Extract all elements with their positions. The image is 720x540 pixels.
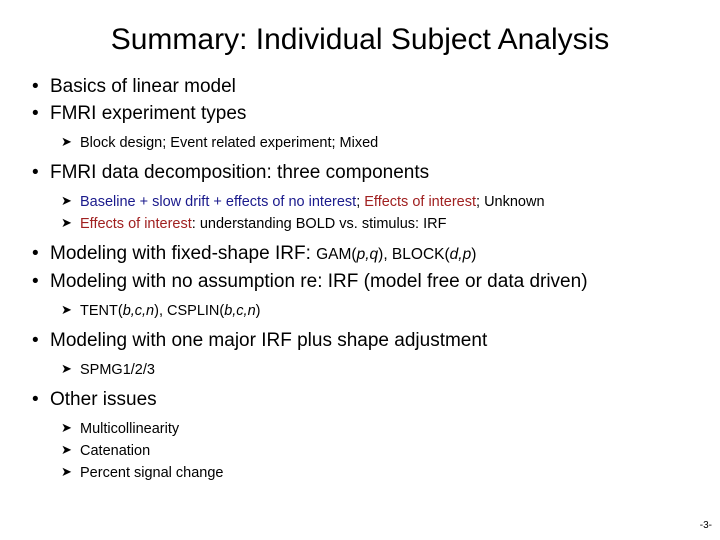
- text-run-csplin-params: b,c,n: [224, 303, 256, 319]
- subbullet-item-multicollinearity: ➤ Multicollinearity: [28, 418, 718, 440]
- bullet-text: Other issues: [50, 389, 157, 410]
- text-run-tent-close-csplin-open: ), CSPLIN(: [154, 303, 225, 319]
- bullet-item-modeling-one-major-irf: • Modeling with one major IRF plus shape…: [28, 327, 718, 354]
- bullet-dot-icon: •: [32, 243, 39, 264]
- bullet-dot-icon: •: [32, 271, 39, 292]
- bullet-item-modeling-fixed-shape-irf: • Modeling with fixed-shape IRF: GAM(p,q…: [28, 240, 718, 268]
- text-run-effects-of-interest: Effects of interest: [80, 216, 192, 232]
- subbullet-item-tent-csplin: ➤ TENT(b,c,n), CSPLIN(b,c,n): [28, 300, 718, 322]
- subbullet-arrow-icon: ➤: [61, 303, 72, 318]
- subbullet-text: Catenation: [80, 443, 151, 459]
- subbullet-arrow-icon: ➤: [61, 216, 72, 231]
- subbullet-item-decomposition-components: ➤ Baseline + slow drift + effects of no …: [28, 191, 718, 213]
- subbullet-arrow-icon: ➤: [61, 421, 72, 436]
- subbullet-item-catenation: ➤ Catenation: [28, 440, 718, 462]
- slide-body: • Basics of linear model • FMRI experime…: [28, 73, 718, 484]
- subbullet-arrow-icon: ➤: [61, 362, 72, 377]
- bullet-item-fmri-experiment-types: • FMRI experiment types: [28, 100, 718, 127]
- page-number: -3-: [699, 520, 712, 531]
- subbullet-text: SPMG1/2/3: [80, 362, 155, 378]
- bullet-item-other-issues: • Other issues: [28, 386, 718, 413]
- text-run-tent-open: TENT(: [80, 303, 123, 319]
- bullet-dot-icon: •: [32, 76, 39, 97]
- bullet-dot-icon: •: [32, 162, 39, 183]
- bullet-text: FMRI experiment types: [50, 103, 247, 124]
- subbullet-arrow-icon: ➤: [61, 135, 72, 150]
- text-run-csplin-close: ): [255, 303, 261, 319]
- bullet-text: Modeling with no assumption re: IRF (mod…: [50, 271, 588, 292]
- bullet-text: Modeling with one major IRF plus shape a…: [50, 330, 488, 351]
- text-run-block-close: ): [471, 246, 477, 263]
- subbullet-item-effects-of-interest-irf: ➤ Effects of interest: understanding BOL…: [28, 213, 718, 235]
- bullet-text: Basics of linear model: [50, 76, 236, 97]
- text-run-tent-params: b,c,n: [122, 303, 155, 319]
- text-run-gam-params: p,q: [356, 246, 379, 263]
- page-title: Summary: Individual Subject Analysis: [110, 23, 610, 56]
- subbullet-arrow-icon: ➤: [61, 465, 72, 480]
- subbullet-item-percent-signal-change: ➤ Percent signal change: [28, 462, 718, 484]
- text-run-effects-of-interest: Effects of interest: [364, 194, 477, 210]
- subbullet-item-spmg: ➤ SPMG1/2/3: [28, 359, 718, 381]
- slide-canvas: Summary: Individual Subject Analysis • B…: [0, 0, 720, 540]
- subbullet-arrow-icon: ➤: [61, 443, 72, 458]
- bullet-item-fmri-data-decomposition: • FMRI data decomposition: three compone…: [28, 159, 718, 186]
- bullet-item-modeling-no-assumption: • Modeling with no assumption re: IRF (m…: [28, 268, 718, 295]
- bullet-dot-icon: •: [32, 330, 39, 351]
- text-run-fixed-shape-prefix: Modeling with fixed-shape IRF:: [50, 243, 317, 264]
- bullet-dot-icon: •: [32, 103, 39, 124]
- text-run-unknown: ; Unknown: [476, 194, 545, 210]
- subbullet-text: Percent signal change: [80, 465, 224, 481]
- text-run-gam-close-block-open: ), BLOCK(: [378, 246, 450, 263]
- text-run-understanding-bold: : understanding BOLD vs. stimulus: IRF: [191, 216, 447, 232]
- text-run-baseline-slow-drift: Baseline + slow drift + effects of no in…: [80, 194, 357, 210]
- subbullet-item-block-design: ➤ Block design; Event related experiment…: [28, 132, 718, 154]
- subbullet-arrow-icon: ➤: [61, 194, 72, 209]
- bullet-text: FMRI data decomposition: three component…: [50, 162, 430, 183]
- bullet-dot-icon: •: [32, 389, 39, 410]
- text-run-block-params: d,p: [449, 246, 472, 263]
- bullet-item-basics-of-linear-model: • Basics of linear model: [28, 73, 718, 100]
- text-run-gam-open: GAM(: [316, 246, 357, 263]
- subbullet-text: Block design; Event related experiment; …: [80, 135, 379, 151]
- subbullet-text: Multicollinearity: [80, 421, 180, 437]
